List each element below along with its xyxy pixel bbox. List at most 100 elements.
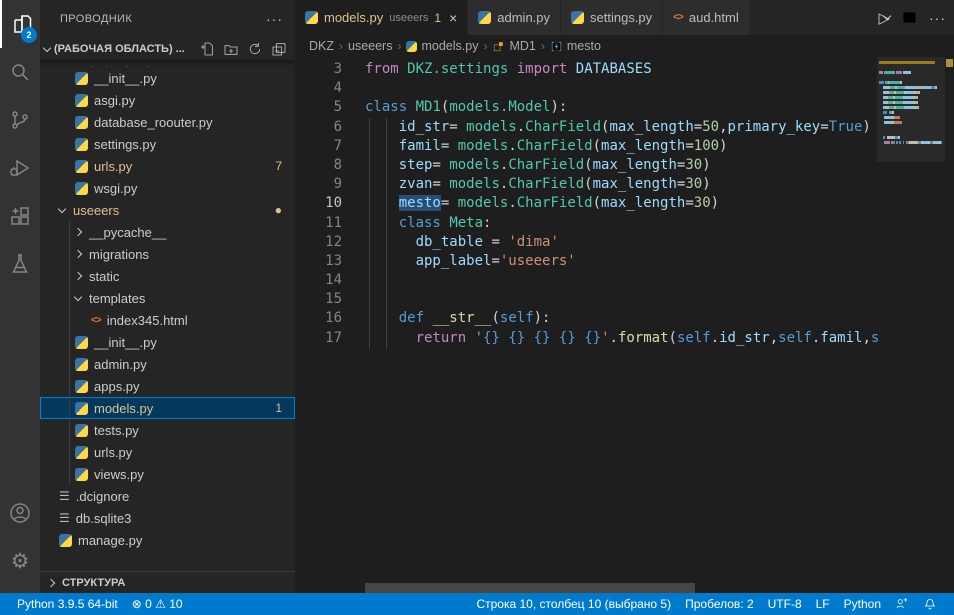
code-line-3[interactable]: 3from DKZ.settings import DATABASES: [295, 60, 954, 79]
tree-item-models-py[interactable]: models.py1: [40, 397, 295, 419]
status-encoding[interactable]: UTF-8: [761, 597, 809, 611]
account-icon[interactable]: [0, 489, 40, 537]
tree-item-index-html[interactable]: <>index.html: [40, 60, 295, 67]
breadcrumb-item-md1[interactable]: MD1: [492, 39, 535, 53]
refresh-icon[interactable]: [247, 41, 263, 57]
new-folder-icon[interactable]: [223, 41, 239, 57]
extensions-icon[interactable]: [0, 192, 40, 240]
code-text: from DKZ.settings import DATABASES: [365, 60, 652, 79]
code-line-11[interactable]: 11 class Meta:: [295, 214, 954, 233]
tab-close-icon[interactable]: ×: [449, 10, 457, 26]
tree-item--init-py[interactable]: __init__.py: [40, 67, 295, 89]
code-line-17[interactable]: 17 return '{} {} {} {} {}'.format(self.i…: [295, 329, 954, 348]
more-actions-icon[interactable]: ···: [929, 10, 946, 26]
symbol-field-icon: [550, 40, 563, 53]
tab-admin-py[interactable]: admin.py: [468, 0, 561, 35]
code-line-7[interactable]: 7 famil= models.CharField(max_length=100…: [295, 137, 954, 156]
breadcrumb-item-models-py[interactable]: models.py: [406, 39, 478, 53]
tree-item-templates[interactable]: templates: [40, 287, 295, 309]
workspace-section-header[interactable]: (РАБОЧАЯ ОБЛАСТЬ) ...: [40, 38, 295, 60]
status-problems[interactable]: ⊗ 0 ⚠ 10: [125, 597, 190, 611]
tree-item-static[interactable]: static: [40, 265, 295, 287]
sidebar-header: ПРОВОДНИК ···: [40, 0, 295, 38]
code-line-6[interactable]: 6 id_str= models.CharField(max_length=50…: [295, 118, 954, 137]
tab-problems-badge: 1: [434, 11, 441, 25]
run-debug-icon[interactable]: [0, 144, 40, 192]
minimap[interactable]: [877, 57, 945, 593]
source-control-icon[interactable]: [0, 96, 40, 144]
breadcrumb-item-mesto[interactable]: mesto: [550, 39, 601, 53]
tree-item-label: manage.py: [78, 533, 142, 548]
tree-item-views-py[interactable]: views.py: [40, 463, 295, 485]
code-line-9[interactable]: 9 zvan= models.CharField(max_length=30): [295, 175, 954, 194]
tree-item-apps-py[interactable]: apps.py: [40, 375, 295, 397]
activity-bar: 2⚙: [0, 0, 40, 593]
code-line-16[interactable]: 16 def __str__(self):: [295, 309, 954, 328]
tab-aud-html[interactable]: <>aud.html: [663, 0, 750, 35]
tree-item-urls-py[interactable]: urls.py: [40, 441, 295, 463]
code-line-10[interactable]: 10 mesto= models.CharField(max_length=30…: [295, 194, 954, 213]
code-line-15[interactable]: 15: [295, 290, 954, 309]
tree-item-index345-html[interactable]: <> index345.html: [40, 309, 295, 331]
breadcrumb-item-useeers[interactable]: useeers: [348, 39, 392, 53]
python-file-icon: [75, 116, 88, 129]
minimap-line: [879, 91, 920, 94]
tree-item-label: useeers: [73, 203, 119, 218]
explorer-icon[interactable]: 2: [0, 0, 40, 48]
code-line-12[interactable]: 12 db_table = 'dima': [295, 233, 954, 252]
code-editor[interactable]: 3from DKZ.settings import DATABASES45cla…: [295, 57, 954, 593]
code-line-13[interactable]: 13 app_label='useeers': [295, 252, 954, 271]
tree-item-asgi-py[interactable]: asgi.py: [40, 89, 295, 111]
minimap-line: [879, 136, 900, 139]
new-file-icon[interactable]: [199, 41, 215, 57]
tree-item--init-py[interactable]: __init__.py: [40, 331, 295, 353]
vscode-window: 2⚙ ПРОВОДНИК ··· (РАБОЧАЯ ОБЛАСТЬ) ... <…: [0, 0, 954, 615]
testing-icon[interactable]: [0, 240, 40, 288]
line-number: 15: [295, 290, 342, 309]
status-notifications[interactable]: [916, 597, 944, 611]
overview-ruler[interactable]: [945, 57, 954, 593]
tab-settings-py[interactable]: settings.py: [561, 0, 663, 35]
tree-item-migrations[interactable]: migrations: [40, 243, 295, 265]
search-icon[interactable]: [0, 48, 40, 96]
status-cursor-position[interactable]: Строка 10, столбец 10 (выбрано 5): [469, 597, 678, 611]
status-python-interpreter[interactable]: Python 3.9.5 64-bit: [10, 597, 125, 611]
tree-item-db-sqlite3[interactable]: ☰db.sqlite3: [40, 507, 295, 529]
split-editor-icon[interactable]: [902, 10, 917, 25]
file-tree: <>index.html__init__.pyasgi.pydatabase_r…: [40, 60, 295, 571]
tree-item-wsgi-py[interactable]: wsgi.py: [40, 177, 295, 199]
tree-item-admin-py[interactable]: admin.py: [40, 353, 295, 375]
horizontal-scrollbar[interactable]: [365, 583, 695, 593]
line-number: 14: [295, 271, 342, 290]
breadcrumb-item-dkz[interactable]: DKZ: [309, 39, 334, 53]
code-text: db_table = 'dima': [365, 233, 559, 252]
outline-section-header[interactable]: СТРУКТУРА: [40, 571, 295, 593]
status-eol[interactable]: LF: [809, 597, 837, 611]
line-number: 13: [295, 252, 342, 271]
tree-item-settings-py[interactable]: settings.py: [40, 133, 295, 155]
python-file-icon: [305, 11, 318, 24]
code-line-4[interactable]: 4: [295, 79, 954, 98]
collapse-all-icon[interactable]: [271, 41, 287, 57]
tree-item-database-roouter-py[interactable]: database_roouter.py: [40, 111, 295, 133]
code-line-8[interactable]: 8 step= models.CharField(max_length=30): [295, 156, 954, 175]
tree-item--dcignore[interactable]: ☰.dcignore: [40, 485, 295, 507]
breadcrumb-separator-icon: ›: [339, 39, 343, 53]
tree-item-tests-py[interactable]: tests.py: [40, 419, 295, 441]
settings-icon[interactable]: ⚙: [0, 537, 40, 585]
status-language-mode[interactable]: Python: [837, 597, 888, 611]
html-file-icon: <>: [91, 315, 101, 326]
tree-item-label: __init__.py: [94, 335, 157, 350]
status-indentation[interactable]: Пробелов: 2: [678, 597, 761, 611]
tree-item-urls-py[interactable]: urls.py7: [40, 155, 295, 177]
editor-actions: ▷ ···: [878, 0, 946, 35]
code-line-14[interactable]: 14: [295, 271, 954, 290]
tree-item-label: index345.html: [107, 313, 188, 328]
status-feedback[interactable]: [888, 597, 916, 611]
tree-item--pycache-[interactable]: __pycache__: [40, 221, 295, 243]
views-more-actions-icon[interactable]: ···: [266, 11, 283, 27]
code-line-5[interactable]: 5class MD1(models.Model):: [295, 98, 954, 117]
tab-models-py[interactable]: models.pyuseeers1×: [295, 0, 468, 35]
tree-item-useeers[interactable]: useeers●: [40, 199, 295, 221]
tree-item-manage-py[interactable]: manage.py: [40, 529, 295, 551]
